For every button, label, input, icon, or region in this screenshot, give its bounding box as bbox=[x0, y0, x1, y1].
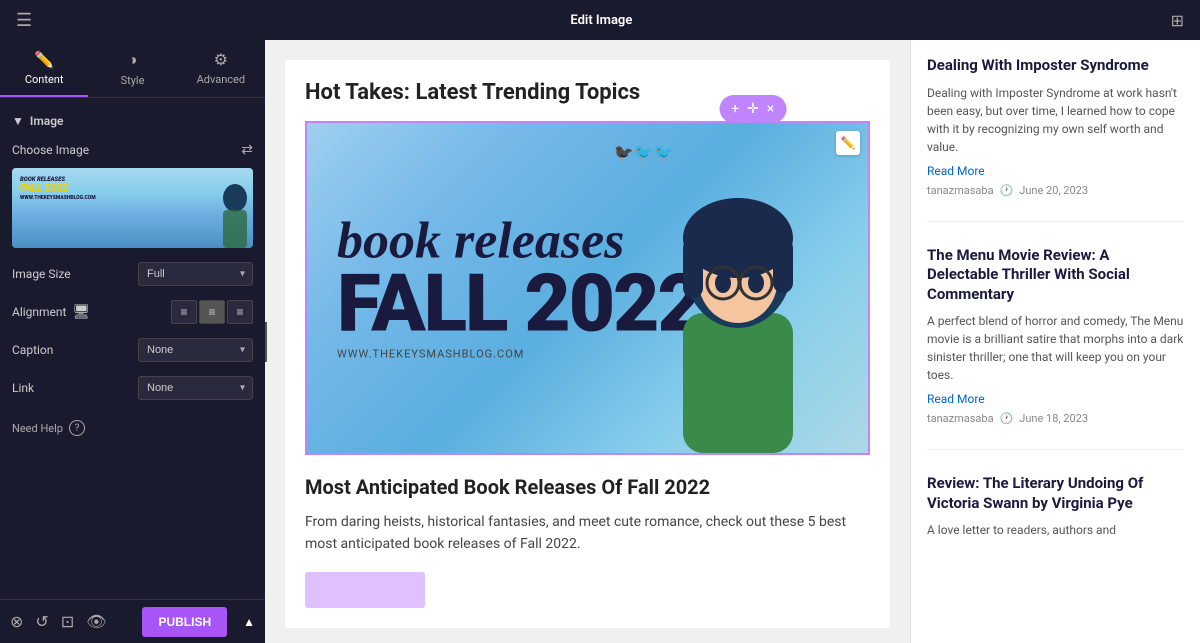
image-preview[interactable]: book releases FALL 2022 www.thekeysmashb… bbox=[12, 168, 253, 248]
article-card-3: Review: The Literary Undoing Of Victoria… bbox=[927, 474, 1184, 571]
card-read-more-1[interactable]: Read More bbox=[927, 164, 1184, 178]
card-title-2: The Menu Movie Review: A Delectable Thri… bbox=[927, 246, 1184, 305]
grid-icon[interactable]: ⊞ bbox=[1171, 11, 1184, 30]
center-panel: ‹ Hot Takes: Latest Trending Topics 🐦‍⬛🐦… bbox=[265, 40, 910, 643]
link-select-wrapper: None Media File Custom URL bbox=[138, 376, 253, 400]
edit-image-overlay-button[interactable]: ✏️ bbox=[836, 131, 860, 155]
align-left-button[interactable]: ≡ bbox=[171, 300, 197, 324]
card-date-1: June 20, 2023 bbox=[1019, 184, 1088, 197]
top-bar: ☰ Edit Image ⊞ bbox=[0, 0, 1200, 40]
preview-girl-svg bbox=[183, 178, 253, 248]
monitor-icon: 🖥 bbox=[72, 304, 90, 320]
article-card-1: Dealing With Imposter Syndrome Dealing w… bbox=[927, 56, 1184, 222]
link-row: Link None Media File Custom URL bbox=[12, 376, 253, 400]
card-author-2: tanazmasaba bbox=[927, 412, 994, 425]
caption-label: Caption bbox=[12, 343, 53, 357]
layout-wrapper: + ✛ × ‹ Hot Takes: Latest Trending Topic… bbox=[265, 40, 1200, 643]
choose-image-header: Choose Image ⇄ bbox=[12, 142, 253, 158]
image-size-select[interactable]: Full Large Medium Thumbnail bbox=[138, 262, 253, 286]
image-size-row: Image Size Full Large Medium Thumbnail bbox=[12, 262, 253, 286]
tab-style[interactable]: ◑ Style bbox=[88, 40, 176, 97]
card-date-2: June 18, 2023 bbox=[1019, 412, 1088, 425]
tab-bar: ✏️ Content ◑ Style ⚙ Advanced bbox=[0, 40, 265, 98]
article-card-2: The Menu Movie Review: A Delectable Thri… bbox=[927, 246, 1184, 451]
help-icon: ? bbox=[69, 420, 85, 436]
card-excerpt-3: A love letter to readers, authors and bbox=[927, 521, 1184, 539]
sidebar: ✏️ Content ◑ Style ⚙ Advanced ▼ Image Ch… bbox=[0, 40, 265, 643]
read-more-button[interactable] bbox=[305, 572, 425, 608]
link-select[interactable]: None Media File Custom URL bbox=[138, 376, 253, 400]
alignment-label-group: Alignment 🖥 bbox=[12, 304, 90, 320]
featured-image: 🐦‍⬛🐦🐦 book releases FALL 2022 WWW.THEKEY… bbox=[307, 123, 868, 453]
preview-overlay-text: book releases FALL 2022 www.thekeysmashb… bbox=[20, 176, 96, 201]
clone-icon[interactable]: ⊡ bbox=[61, 612, 74, 631]
caption-row: Caption None Below Image bbox=[12, 338, 253, 362]
alignment-buttons: ≡ ≡ ≡ bbox=[171, 300, 253, 324]
article-title: Most Anticipated Book Releases Of Fall 2… bbox=[305, 475, 870, 499]
page-box: Hot Takes: Latest Trending Topics 🐦‍⬛🐦🐦 … bbox=[285, 60, 890, 628]
caption-select-wrapper: None Below Image bbox=[138, 338, 253, 362]
card-excerpt-2: A perfect blend of horror and comedy, Th… bbox=[927, 312, 1184, 384]
right-sidebar: Dealing With Imposter Syndrome Dealing w… bbox=[910, 40, 1200, 643]
image-size-select-wrapper: Full Large Medium Thumbnail bbox=[138, 262, 253, 286]
chevron-up-icon[interactable]: ▲ bbox=[243, 615, 255, 629]
card-excerpt-1: Dealing with Imposter Syndrome at work h… bbox=[927, 84, 1184, 156]
bottom-bar: ⊗ ↺ ⊡ 👁 PUBLISH ▲ bbox=[0, 599, 265, 643]
clock-icon-2: 🕐 bbox=[1000, 412, 1014, 425]
content-icon: ✏️ bbox=[34, 50, 54, 69]
need-help-label: Need Help bbox=[12, 422, 63, 435]
move-icon[interactable]: ✛ bbox=[747, 101, 759, 117]
image-section-header: ▼ Image bbox=[12, 114, 253, 128]
alignment-row: Alignment 🖥 ≡ ≡ ≡ bbox=[12, 300, 253, 324]
card-meta-2: tanazmasaba 🕐 June 18, 2023 bbox=[927, 412, 1184, 425]
card-read-more-2[interactable]: Read More bbox=[927, 392, 1184, 406]
link-label: Link bbox=[12, 381, 34, 395]
page-heading: Hot Takes: Latest Trending Topics bbox=[305, 80, 870, 105]
floating-toolbar: + ✛ × bbox=[719, 95, 786, 123]
card-author-1: tanazmasaba bbox=[927, 184, 994, 197]
caption-select[interactable]: None Below Image bbox=[138, 338, 253, 362]
align-right-button[interactable]: ≡ bbox=[227, 300, 253, 324]
collapse-arrow[interactable]: ‹ bbox=[265, 322, 267, 362]
girl-svg bbox=[628, 153, 848, 453]
article-excerpt: From daring heists, historical fantasies… bbox=[305, 511, 870, 556]
banner-girl-illustration bbox=[628, 153, 848, 453]
sidebar-content: ▼ Image Choose Image ⇄ book releases FAL… bbox=[0, 98, 265, 599]
eye-icon[interactable]: 👁 bbox=[86, 612, 106, 631]
clock-icon-1: 🕐 bbox=[1000, 184, 1014, 197]
card-title-3: Review: The Literary Undoing Of Victoria… bbox=[927, 474, 1184, 513]
tab-content[interactable]: ✏️ Content bbox=[0, 40, 88, 97]
align-center-button[interactable]: ≡ bbox=[199, 300, 225, 324]
page-title: Edit Image bbox=[570, 13, 632, 28]
menu-icon[interactable]: ☰ bbox=[16, 10, 32, 31]
undo-icon[interactable]: ↺ bbox=[35, 612, 48, 631]
section-arrow: ▼ bbox=[12, 114, 24, 128]
alignment-label: Alignment bbox=[12, 305, 66, 319]
need-help-link[interactable]: Need Help ? bbox=[12, 420, 253, 436]
image-size-label: Image Size bbox=[12, 267, 71, 281]
advanced-icon: ⚙ bbox=[214, 50, 228, 69]
featured-image-container: 🐦‍⬛🐦🐦 book releases FALL 2022 WWW.THEKEY… bbox=[305, 121, 870, 455]
choose-image-label: Choose Image bbox=[12, 143, 89, 157]
card-title-1: Dealing With Imposter Syndrome bbox=[927, 56, 1184, 76]
choose-image-swap-icon[interactable]: ⇄ bbox=[241, 142, 253, 158]
card-meta-1: tanazmasaba 🕐 June 20, 2023 bbox=[927, 184, 1184, 197]
banner-background: 🐦‍⬛🐦🐦 book releases FALL 2022 WWW.THEKEY… bbox=[307, 123, 868, 453]
close-icon[interactable]: × bbox=[767, 101, 774, 117]
style-icon: ◑ bbox=[128, 50, 138, 70]
tab-advanced[interactable]: ⚙ Advanced bbox=[177, 40, 265, 97]
publish-button[interactable]: PUBLISH bbox=[142, 607, 227, 637]
add-icon[interactable]: + bbox=[731, 101, 739, 117]
layers-icon[interactable]: ⊗ bbox=[10, 612, 23, 631]
